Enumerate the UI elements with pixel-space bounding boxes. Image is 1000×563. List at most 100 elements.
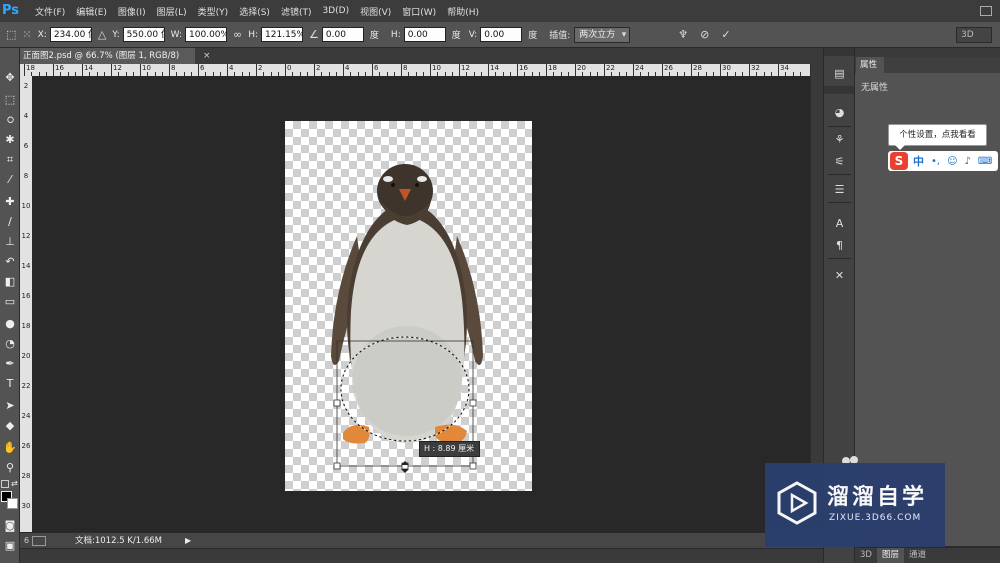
menu-view[interactable]: 视图(V)	[360, 5, 391, 18]
width-field[interactable]: 100.00%	[185, 27, 228, 42]
ime-language-toggle[interactable]: 中	[913, 153, 924, 169]
document-size-info: 文档:1012.5 K/1.66M	[75, 536, 163, 546]
swap-colors-icon[interactable]: ⇄	[11, 480, 18, 488]
panel-header[interactable]	[855, 48, 1000, 57]
horizontal-scrollbar[interactable]	[20, 548, 823, 563]
ime-tooltip[interactable]: 个性设置，点我看看	[888, 124, 987, 150]
menu-3d[interactable]: 3D(D)	[322, 6, 349, 16]
document-tab[interactable]: 正面图2.psd @ 66.7% (图层 1, RGB/8)	[20, 48, 195, 64]
quick-mask-icon[interactable]: ◙	[1, 518, 19, 534]
tab-channels[interactable]: 通道	[904, 548, 931, 563]
background-color-swatch[interactable]	[7, 498, 18, 509]
relative-position-icon[interactable]: △	[98, 28, 106, 41]
color-palette-icon[interactable]: ◕	[828, 105, 851, 121]
dock-header-2[interactable]	[824, 86, 855, 94]
photoshop-logo: Ps	[2, 3, 20, 18]
microphone-icon[interactable]: ♪	[965, 156, 971, 167]
tab-layers[interactable]: 图层	[876, 548, 904, 563]
eyedropper-tool-icon[interactable]: ⁄	[1, 172, 19, 188]
menu-layer[interactable]: 图层(L)	[157, 5, 187, 18]
blur-tool-icon[interactable]: ●	[1, 316, 19, 332]
brush-presets-icon[interactable]: ⚘	[828, 132, 851, 148]
menu-window[interactable]: 窗口(W)	[402, 5, 436, 18]
warp-mode-icon[interactable]: ♆	[678, 28, 688, 41]
crop-tool-icon[interactable]: ⌗	[1, 152, 19, 168]
lasso-tool-icon[interactable]: ഠ	[1, 112, 19, 128]
ruler-h-label: 0	[287, 64, 292, 72]
x-field[interactable]: 234.00 像	[49, 27, 92, 42]
reference-point-icon[interactable]: ⁙	[22, 28, 31, 41]
tool-presets-icon[interactable]: ✕	[828, 268, 851, 284]
commit-transform-icon[interactable]: ✓	[721, 28, 730, 41]
emoji-icon[interactable]: ☺	[947, 156, 957, 167]
vertical-skew-field[interactable]: 0.00	[480, 27, 523, 42]
options-bar: ⬚ ⁙ X: 234.00 像 △ Y: 550.00 像 W: 100.00%…	[0, 22, 1000, 48]
interpolation-select[interactable]: 两次立方	[574, 26, 631, 43]
document-canvas[interactable]	[285, 121, 532, 491]
menu-select[interactable]: 选择(S)	[239, 5, 270, 18]
link-proportions-icon[interactable]: ∞	[233, 28, 242, 41]
y-field[interactable]: 550.00 像	[122, 27, 165, 42]
type-tool-icon[interactable]: T	[1, 376, 19, 392]
magic-wand-tool-icon[interactable]: ✱	[1, 132, 19, 148]
menu-file[interactable]: 文件(F)	[35, 5, 65, 18]
workspace-select[interactable]: 3D	[956, 27, 992, 43]
ruler-h-tick	[227, 64, 228, 76]
menu-help[interactable]: 帮助(H)	[447, 5, 479, 18]
paragraph-panel-icon[interactable]: ¶	[828, 238, 851, 254]
default-colors-icon[interactable]	[1, 480, 9, 488]
width-label: W:	[170, 29, 183, 40]
punctuation-icon[interactable]: •,	[931, 156, 940, 167]
ruler-h-tick	[343, 64, 344, 76]
menu-bar: Ps 文件(F) 编辑(E) 图像(I) 图层(L) 类型(Y) 选择(S) 滤…	[0, 0, 1000, 22]
brush-tool-icon[interactable]: ∕	[1, 214, 19, 230]
hand-tool-icon[interactable]: ✋	[1, 440, 19, 456]
dodge-tool-icon[interactable]: ◔	[1, 336, 19, 352]
clone-stamp-tool-icon[interactable]: ⊥	[1, 234, 19, 250]
cancel-transform-icon[interactable]: ⊘	[700, 28, 709, 41]
vertical-scrollbar[interactable]	[810, 64, 823, 532]
ruler-v-label: 28	[21, 472, 31, 480]
zoom-tool-icon[interactable]: ⚲	[1, 460, 19, 476]
history-brush-tool-icon[interactable]: ↶	[1, 254, 19, 270]
character-panel-icon[interactable]: A	[828, 216, 851, 232]
menu-edit[interactable]: 编辑(E)	[76, 5, 107, 18]
horizontal-skew-field[interactable]: 0.00	[403, 27, 446, 42]
ruler-v-label: 2	[23, 82, 29, 90]
ruler-h-label: 2	[316, 64, 321, 72]
move-tool-icon[interactable]: ✥	[1, 70, 19, 86]
tab-properties[interactable]: 属性	[856, 57, 884, 73]
keyboard-icon[interactable]: ⌨	[978, 156, 992, 167]
transform-preset-icon[interactable]: ⬚	[6, 28, 16, 41]
height-field[interactable]: 121.15%	[261, 27, 304, 42]
shape-tool-icon[interactable]: ◆	[1, 418, 19, 434]
angle-field[interactable]: 0.00	[321, 27, 364, 42]
path-selection-tool-icon[interactable]: ➤	[1, 398, 19, 414]
menu-type[interactable]: 类型(Y)	[198, 5, 229, 18]
menu-filter[interactable]: 滤镜(T)	[281, 5, 312, 18]
marquee-tool-icon[interactable]: ⬚	[1, 92, 19, 108]
pen-tool-icon[interactable]: ✒	[1, 356, 19, 372]
ruler-h-tick	[517, 64, 518, 76]
tab-3d[interactable]: 3D	[855, 548, 877, 563]
status-preview-icon[interactable]	[32, 536, 46, 546]
status-menu-arrow-icon[interactable]: ▶	[185, 533, 191, 549]
eraser-tool-icon[interactable]: ◧	[1, 274, 19, 290]
screen-mode-icon[interactable]: ▣	[1, 538, 19, 554]
zoom-level[interactable]: 6	[24, 533, 29, 549]
gradient-tool-icon[interactable]: ▭	[1, 294, 19, 310]
watermark-logo: 溜溜自学 ZIXUE.3D66.COM	[765, 463, 945, 547]
close-tab-icon[interactable]: ×	[203, 48, 211, 64]
ruler-h-label: 2	[258, 64, 263, 72]
clone-source-icon[interactable]: ☰	[828, 182, 851, 198]
ruler-v-label: 30	[21, 502, 31, 510]
ruler-h-tick	[82, 64, 83, 76]
menu-image[interactable]: 图像(I)	[118, 5, 146, 18]
healing-brush-tool-icon[interactable]: ✚	[1, 194, 19, 210]
adjustments-icon[interactable]: ⚟	[828, 154, 851, 170]
history-panel-icon[interactable]: ▤	[828, 66, 851, 82]
sogou-logo-icon[interactable]: S	[890, 152, 908, 170]
minimize-button[interactable]	[980, 6, 992, 16]
ruler-h-tick	[459, 64, 460, 76]
dock-header[interactable]	[824, 48, 855, 56]
